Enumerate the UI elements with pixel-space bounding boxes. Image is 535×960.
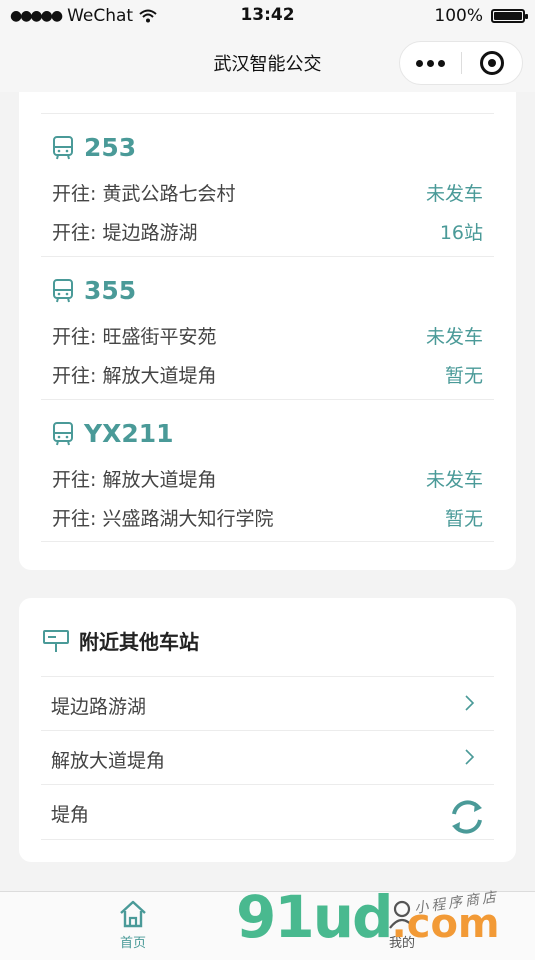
bus-icon (53, 278, 73, 302)
direction-row: 开往: 兴盛路湖大知行学院 暂无 (52, 504, 483, 534)
divider (41, 541, 494, 542)
bus-icon (53, 135, 73, 159)
arrival-status: 16站 (439, 222, 483, 244)
bus-icon (53, 421, 73, 445)
routes-card: 253 开往: 黄武公路七会村 未发车 开往: 堤边路游湖 16站 355 开往… (19, 92, 516, 570)
direction-label: 开往: 解放大道堤角 (52, 469, 217, 491)
nav-bar: 武汉智能公交 (0, 34, 535, 92)
direction-label: 开往: 旺盛街平安苑 (52, 326, 217, 348)
stop-name: 堤角 (51, 804, 90, 826)
chevron-right-icon (465, 695, 475, 711)
route-number: 253 (84, 133, 137, 162)
direction-label: 开往: 兴盛路湖大知行学院 (52, 508, 274, 530)
more-menu-button[interactable] (400, 42, 461, 84)
direction-row: 开往: 解放大道堤角 未发车 (52, 465, 483, 495)
direction-row: 开往: 黄武公路七会村 未发车 (52, 179, 483, 209)
arrival-status: 未发车 (425, 326, 483, 348)
chevron-right-icon (465, 749, 475, 765)
direction-label: 开往: 黄武公路七会村 (52, 183, 236, 205)
tab-home[interactable]: 首页 (73, 898, 193, 951)
arrival-status: 未发车 (425, 183, 483, 205)
miniprogram-capsule (399, 41, 523, 85)
nearby-stop-item[interactable]: 堤角 (41, 784, 494, 840)
status-bar: ●●●●● WeChat 13:42 100% (0, 0, 535, 34)
arrival-status: 暂无 (444, 508, 483, 530)
direction-row: 开往: 旺盛街平安苑 未发车 (52, 322, 483, 352)
arrival-status: 暂无 (444, 365, 483, 387)
tab-home-label: 首页 (119, 936, 146, 951)
route-number: YX211 (84, 419, 174, 448)
direction-row: 开往: 解放大道堤角 暂无 (52, 361, 483, 391)
route-number: 355 (84, 276, 137, 305)
watermark-brand: 91ud (236, 883, 394, 951)
refresh-icon[interactable] (444, 794, 490, 840)
stop-name: 堤边路游湖 (51, 696, 147, 718)
battery-percent: 100% (434, 6, 483, 26)
nearby-header: 附近其他车站 (43, 626, 199, 655)
bus-stop-sign-icon (43, 629, 69, 652)
nearby-stops-card: 附近其他车站 堤边路游湖 解放大道堤角 堤角 (19, 598, 516, 862)
route-item[interactable]: YX211 开往: 解放大道堤角 未发车 开往: 兴盛路湖大知行学院 暂无 (19, 399, 516, 542)
more-dots-icon (415, 59, 423, 67)
nearby-stop-item[interactable]: 堤边路游湖 (41, 676, 494, 731)
nearby-stop-item[interactable]: 解放大道堤角 (41, 730, 494, 785)
direction-row: 开往: 堤边路游湖 16站 (52, 218, 483, 248)
route-header: YX211 (52, 419, 174, 448)
target-circle-icon (479, 51, 504, 75)
direction-label: 开往: 解放大道堤角 (52, 365, 217, 387)
close-miniprogram-button[interactable] (461, 42, 522, 84)
battery-group: 100% (434, 6, 528, 26)
arrival-status: 未发车 (425, 469, 483, 491)
stop-name: 解放大道堤角 (51, 750, 166, 772)
route-header: 355 (52, 276, 136, 305)
battery-icon (491, 9, 528, 23)
home-icon (120, 900, 146, 928)
nearby-title: 附近其他车站 (79, 630, 199, 654)
direction-label: 开往: 堤边路游湖 (52, 222, 198, 244)
route-item[interactable]: 355 开往: 旺盛街平安苑 未发车 开往: 解放大道堤角 暂无 (19, 256, 516, 399)
route-item[interactable]: 253 开往: 黄武公路七会村 未发车 开往: 堤边路游湖 16站 (19, 113, 516, 256)
route-header: 253 (52, 133, 136, 162)
